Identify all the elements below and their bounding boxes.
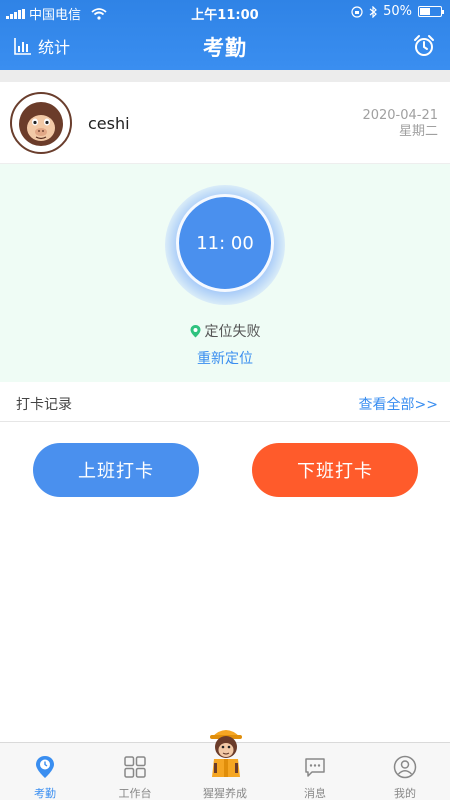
avatar [10, 92, 72, 154]
tab-me[interactable]: 我的 [360, 743, 450, 800]
grid-icon [124, 756, 146, 778]
tab-label: 猩猩养成 [203, 787, 247, 800]
message-icon [305, 758, 325, 777]
date-text: 2020-04-21 [362, 108, 438, 123]
date-block: 2020-04-21 星期二 [362, 108, 438, 140]
clock-out-button[interactable]: 下班打卡 [252, 443, 418, 497]
profile-icon [393, 755, 417, 779]
records-row: 打卡记录 查看全部>> [0, 382, 450, 422]
tab-messages[interactable]: 消息 [270, 743, 360, 800]
alarm-clock-icon[interactable] [412, 34, 436, 58]
clock-pin-icon [36, 756, 54, 778]
username: ceshi [88, 114, 130, 133]
relocate-link[interactable]: 重新定位 [0, 348, 450, 368]
tab-label: 考勤 [34, 787, 56, 800]
nav-bar: 统计 考勤 [0, 24, 450, 70]
mascot-icon[interactable] [204, 723, 248, 779]
status-bar: 中国电信 上午11:00 50% [0, 0, 450, 24]
header: 中国电信 上午11:00 50% 统计 考勤 [0, 0, 450, 70]
bluetooth-icon [369, 5, 377, 18]
clock-area: 11: 00 定位失败 重新定位 [0, 164, 450, 382]
location-pin-icon [190, 324, 200, 337]
tab-label: 工作台 [118, 787, 152, 800]
punch-clock-button[interactable]: 11: 00 [176, 194, 274, 292]
weekday-text: 星期二 [398, 124, 438, 139]
location-status-text: 定位失败 [204, 324, 261, 340]
gorilla-avatar-icon [19, 102, 63, 146]
battery-icon [418, 6, 444, 17]
view-all-link[interactable]: 查看全部>> [359, 394, 438, 414]
tab-attendance[interactable]: 考勤 [0, 743, 90, 800]
tab-workbench[interactable]: 工作台 [90, 743, 180, 800]
tab-label: 我的 [394, 787, 416, 800]
records-label: 打卡记录 [16, 397, 72, 413]
profile-row: ceshi 2020-04-21 星期二 [0, 82, 450, 164]
page-title: 考勤 [203, 36, 247, 60]
location-status: 定位失败 [0, 321, 450, 341]
rotation-lock-icon [351, 5, 363, 18]
battery-percent: 50% [383, 4, 412, 19]
tab-label: 消息 [304, 787, 326, 800]
section-divider [0, 70, 450, 82]
clock-in-button[interactable]: 上班打卡 [33, 443, 199, 497]
